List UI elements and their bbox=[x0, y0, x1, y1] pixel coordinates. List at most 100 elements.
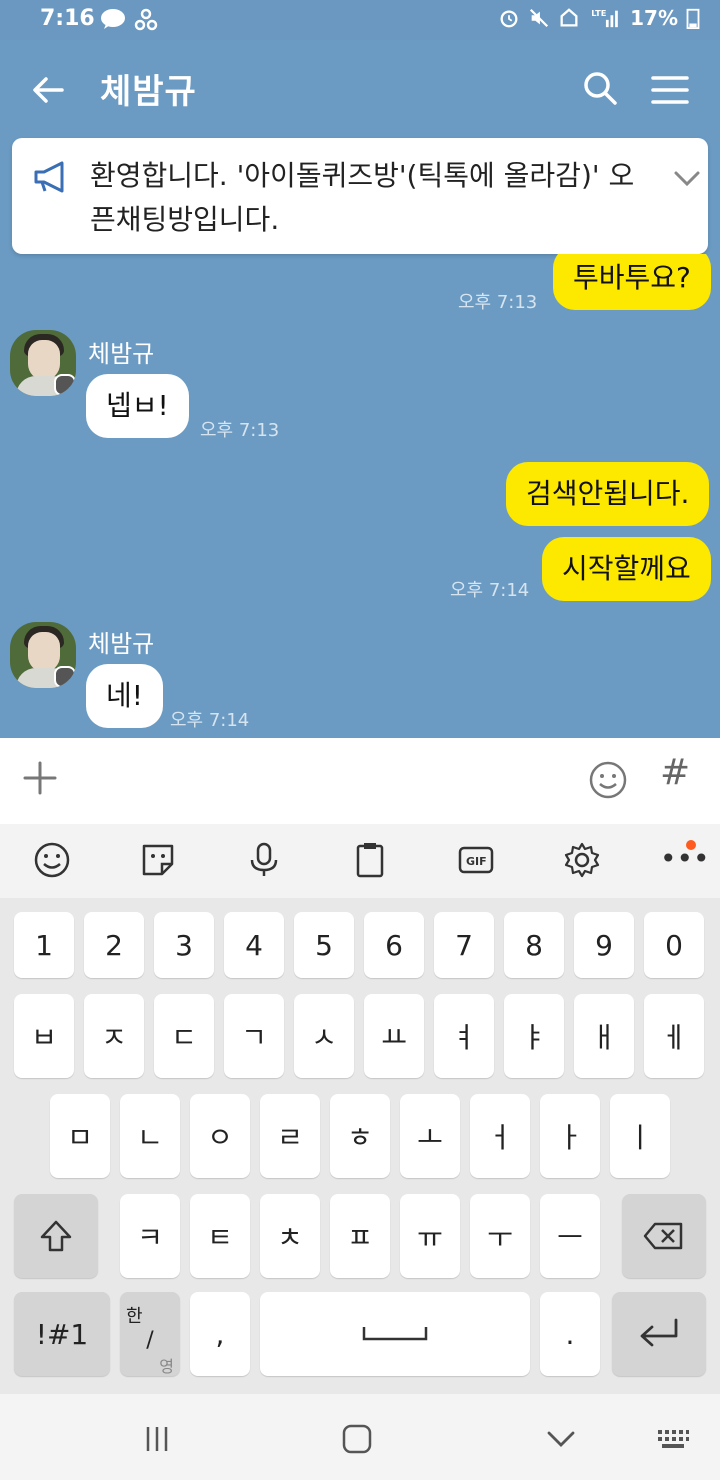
message-input-bar[interactable]: # bbox=[0, 738, 720, 824]
key[interactable]: 0 bbox=[644, 912, 704, 978]
status-bar: 7:16 LTE 17% bbox=[0, 0, 720, 40]
notice-text: 환영합니다. '아이돌퀴즈방'(틱톡에 올라감)' 오픈채팅방입니다. bbox=[90, 159, 635, 236]
key[interactable]: ㄹ bbox=[260, 1094, 320, 1178]
status-right: LTE 17% bbox=[498, 6, 700, 30]
key[interactable]: ㅠ bbox=[400, 1194, 460, 1278]
key[interactable]: ㅕ bbox=[434, 994, 494, 1078]
shift-key[interactable] bbox=[14, 1194, 98, 1278]
message-time: 오후 7:14 bbox=[450, 580, 530, 601]
sender-name: 체밤규 bbox=[88, 340, 155, 368]
signal-icon: LTE bbox=[591, 8, 618, 28]
period-key[interactable]: . bbox=[540, 1292, 600, 1376]
chat-header: 체밤규 bbox=[0, 40, 720, 135]
emoji-icon[interactable] bbox=[588, 760, 628, 800]
key[interactable]: ㅏ bbox=[540, 1094, 600, 1178]
key[interactable]: ㅣ bbox=[610, 1094, 670, 1178]
svg-text:GIF: GIF bbox=[466, 855, 487, 868]
message-time: 오후 7:14 bbox=[170, 710, 250, 731]
data-saver-icon bbox=[560, 8, 578, 27]
key[interactable]: ㅌ bbox=[190, 1194, 250, 1278]
microphone-icon[interactable] bbox=[244, 840, 284, 880]
key[interactable]: 7 bbox=[434, 912, 494, 978]
key[interactable]: ㅜ bbox=[470, 1194, 530, 1278]
lang-slash: / bbox=[146, 1328, 154, 1353]
back-nav-icon[interactable] bbox=[544, 1424, 578, 1454]
more-icon[interactable]: ••• bbox=[660, 842, 710, 875]
sender-name: 체밤규 bbox=[88, 630, 155, 658]
key[interactable]: 5 bbox=[294, 912, 354, 978]
key[interactable]: ㅛ bbox=[364, 994, 424, 1078]
hamburger-menu-icon[interactable] bbox=[650, 70, 690, 110]
key[interactable]: ㄷ bbox=[154, 994, 214, 1078]
lang-en: 영 bbox=[159, 1357, 174, 1376]
their-message-bubble[interactable]: 네! bbox=[86, 664, 163, 728]
gif-icon[interactable]: GIF bbox=[456, 840, 496, 880]
keyboard-toolbar: GIF ••• bbox=[0, 824, 720, 898]
recent-apps-icon[interactable] bbox=[140, 1424, 174, 1454]
key[interactable]: 9 bbox=[574, 912, 634, 978]
back-arrow-icon[interactable] bbox=[28, 70, 68, 110]
my-message-bubble[interactable]: 투바투요? bbox=[553, 254, 711, 310]
keyboard-icon[interactable] bbox=[656, 1424, 690, 1454]
battery-icon bbox=[686, 8, 700, 29]
key[interactable]: 3 bbox=[154, 912, 214, 978]
alarm-icon bbox=[500, 10, 518, 28]
key[interactable]: ㄴ bbox=[120, 1094, 180, 1178]
key[interactable]: ㅔ bbox=[644, 994, 704, 1078]
key[interactable]: ㄱ bbox=[224, 994, 284, 1078]
enter-key[interactable] bbox=[612, 1292, 706, 1376]
avatar[interactable] bbox=[10, 330, 76, 396]
sticker-icon[interactable] bbox=[138, 840, 178, 880]
key[interactable]: ㅐ bbox=[574, 994, 634, 1078]
chevron-down-icon[interactable] bbox=[672, 166, 702, 190]
mute-icon bbox=[530, 8, 549, 28]
key[interactable]: ㅎ bbox=[330, 1094, 390, 1178]
space-icon bbox=[362, 1327, 428, 1341]
backspace-key[interactable] bbox=[622, 1194, 706, 1278]
key[interactable]: ㅊ bbox=[260, 1194, 320, 1278]
chat-area: 투바투요? 오후 7:13 체밤규 넵ㅂ! 오후 7:13 검색안됩니다. 시작… bbox=[0, 254, 720, 738]
talk-notification-icon bbox=[101, 9, 125, 29]
language-key[interactable]: 한 / 영 bbox=[120, 1292, 180, 1376]
key[interactable]: ㅗ bbox=[400, 1094, 460, 1178]
key[interactable]: ㅑ bbox=[504, 994, 564, 1078]
space-key[interactable] bbox=[260, 1292, 530, 1376]
hashtag-button[interactable]: # bbox=[660, 752, 690, 793]
key[interactable]: ㅓ bbox=[470, 1094, 530, 1178]
notification-dot bbox=[686, 840, 696, 850]
key[interactable]: ㅇ bbox=[190, 1094, 250, 1178]
svg-text:LTE: LTE bbox=[591, 8, 607, 18]
plus-icon[interactable] bbox=[22, 760, 58, 796]
key[interactable]: 4 bbox=[224, 912, 284, 978]
their-message-bubble[interactable]: 넵ㅂ! bbox=[86, 374, 189, 438]
search-icon[interactable] bbox=[580, 68, 620, 108]
key[interactable]: 6 bbox=[364, 912, 424, 978]
home-icon[interactable] bbox=[340, 1424, 374, 1454]
enter-icon bbox=[640, 1318, 678, 1347]
megaphone-icon bbox=[34, 161, 64, 193]
key[interactable]: ㅁ bbox=[50, 1094, 110, 1178]
key[interactable]: 2 bbox=[84, 912, 144, 978]
message-time: 오후 7:13 bbox=[200, 420, 280, 441]
key[interactable]: ㅂ bbox=[14, 994, 74, 1078]
key[interactable]: ㅋ bbox=[120, 1194, 180, 1278]
key[interactable]: ㅡ bbox=[540, 1194, 600, 1278]
notice-banner[interactable]: 환영합니다. '아이돌퀴즈방'(틱톡에 올라감)' 오픈채팅방입니다. bbox=[12, 138, 708, 254]
key[interactable]: 8 bbox=[504, 912, 564, 978]
avatar[interactable] bbox=[10, 622, 76, 688]
lang-ko: 한 bbox=[126, 1306, 143, 1327]
key[interactable]: 1 bbox=[14, 912, 74, 978]
comma-key[interactable]: , bbox=[190, 1292, 250, 1376]
chat-title: 체밤규 bbox=[100, 72, 197, 112]
battery-percent: 17% bbox=[630, 6, 678, 30]
key[interactable]: ㅅ bbox=[294, 994, 354, 1078]
key[interactable]: ㅍ bbox=[330, 1194, 390, 1278]
my-message-bubble[interactable]: 검색안됩니다. bbox=[506, 462, 710, 526]
key[interactable]: ㅈ bbox=[84, 994, 144, 1078]
my-message-bubble[interactable]: 시작할께요 bbox=[542, 537, 711, 601]
symbols-key[interactable]: !#1 bbox=[14, 1292, 110, 1376]
gear-icon[interactable] bbox=[562, 840, 602, 880]
clipboard-icon[interactable] bbox=[350, 840, 390, 880]
emoji-icon[interactable] bbox=[32, 840, 72, 880]
backspace-icon bbox=[643, 1222, 683, 1250]
